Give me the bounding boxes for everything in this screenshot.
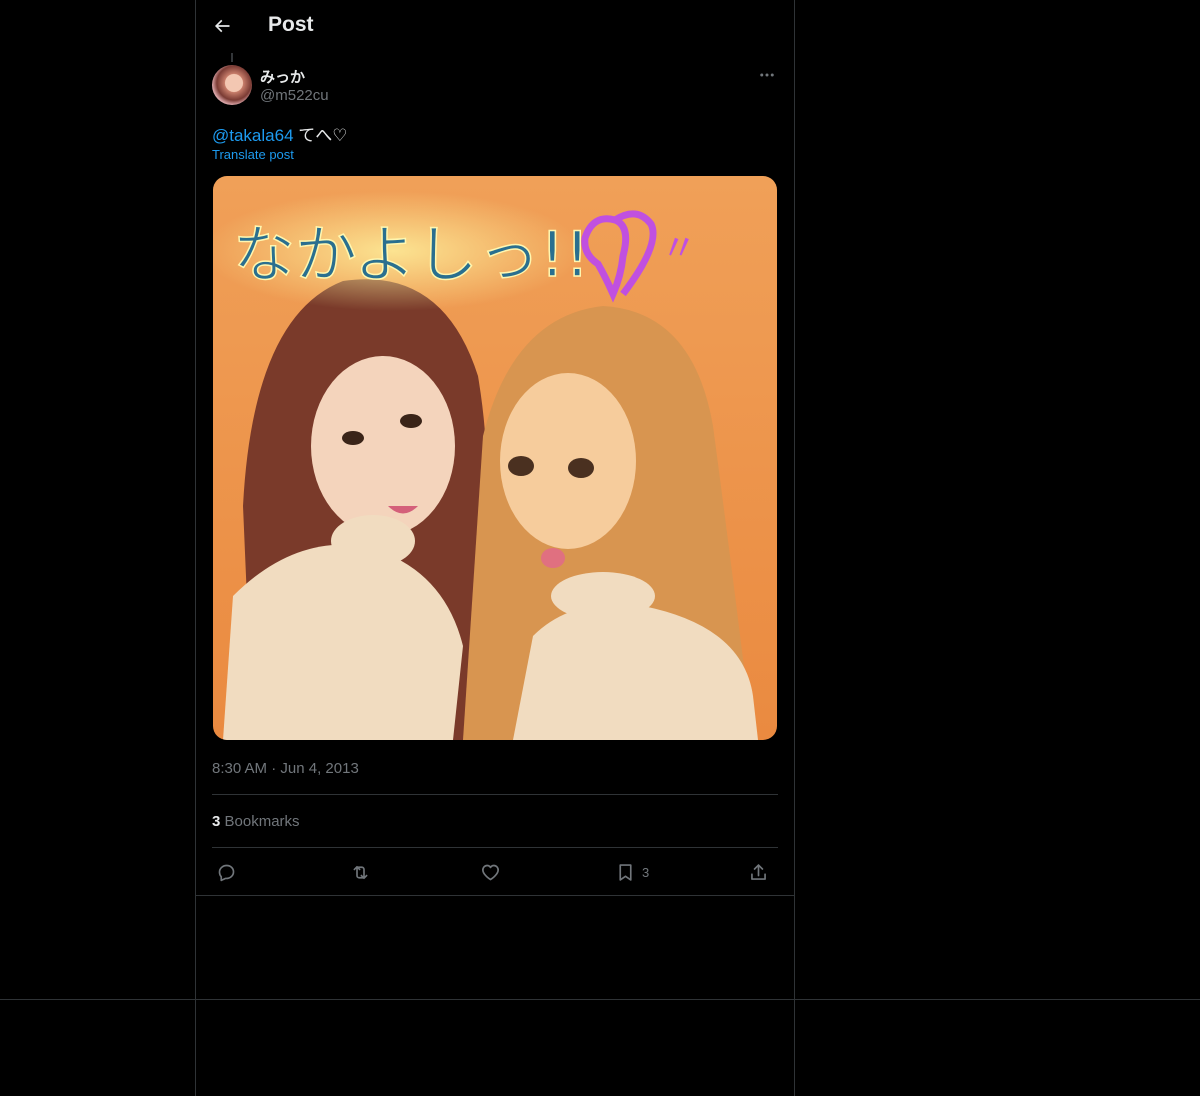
post-timestamp: 8:30 AM · Jun 4, 2013	[212, 760, 359, 777]
reply-icon	[218, 864, 235, 881]
user-handle[interactable]: @m522cu	[260, 87, 329, 104]
share-icon	[751, 863, 766, 880]
heart-icon	[482, 864, 499, 880]
date-link[interactable]: Jun 4, 2013	[280, 760, 358, 777]
action-bar: 3	[212, 858, 778, 886]
bookmark-button[interactable]: 3	[615, 860, 649, 884]
bookmarks-stat[interactable]: 3 Bookmarks	[212, 813, 300, 830]
share-button[interactable]	[748, 860, 769, 884]
display-name[interactable]: みっか	[260, 66, 305, 87]
column-bottom-divider	[196, 895, 794, 896]
post-column: Post みっか @m522cu @takala64 てへ♡ Translate…	[196, 0, 794, 896]
repost-button[interactable]	[350, 860, 371, 884]
back-button[interactable]	[212, 16, 234, 38]
divider	[212, 794, 778, 795]
post-body: てへ♡	[293, 126, 348, 145]
avatar[interactable]	[212, 65, 252, 105]
reply-button[interactable]	[216, 860, 237, 884]
photo-illustration: なかよしっ!! 〃	[213, 176, 777, 740]
divider	[212, 847, 778, 848]
bookmark-count: 3	[642, 864, 650, 880]
post-image[interactable]: なかよしっ!! 〃	[213, 176, 777, 740]
repost-icon	[353, 865, 368, 879]
translate-link[interactable]: Translate post	[212, 147, 294, 162]
bookmarks-label: Bookmarks	[224, 813, 300, 830]
page-title: Post	[268, 13, 314, 36]
more-dots-icon	[760, 73, 774, 77]
thread-line	[231, 53, 233, 62]
arrow-left-icon	[214, 19, 230, 33]
post-text: @takala64 てへ♡	[212, 121, 348, 146]
image-caption: なかよしっ!!	[233, 218, 590, 291]
dot-separator: ·	[271, 760, 277, 777]
header-bar: Post	[196, 0, 794, 53]
like-button[interactable]	[480, 860, 501, 884]
mention-link[interactable]: @takala64	[212, 126, 294, 145]
image-mark: 〃	[661, 228, 697, 269]
bookmarks-count: 3	[212, 813, 221, 830]
time-link[interactable]: 8:30 AM	[212, 760, 267, 777]
bookmark-icon	[619, 863, 632, 881]
more-button[interactable]	[758, 66, 780, 86]
right-border	[794, 0, 795, 1096]
bottom-border	[0, 999, 1200, 1000]
